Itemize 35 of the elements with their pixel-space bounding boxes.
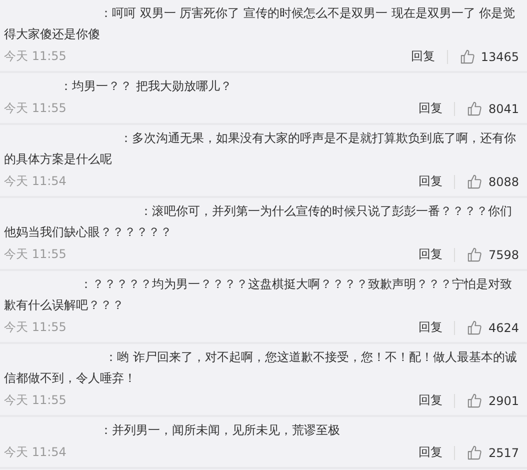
thumbs-up-icon (467, 320, 482, 335)
like-button[interactable]: 8041 (467, 101, 519, 116)
thumbs-up-icon (460, 49, 475, 64)
comment-time: 今天 11:55 (4, 392, 68, 409)
like-button[interactable]: 2517 (467, 445, 519, 460)
thumbs-up-icon (467, 101, 482, 116)
comment-time: 今天 11:55 (4, 100, 68, 117)
thumbs-up-icon (467, 174, 482, 189)
comment-time: 今天 11:55 (4, 246, 68, 263)
comment-text: ：哟 诈尸回来了，对不起啊，您这道歉不接受，您！不！配！做人最基本的诚信都做不到，令人唾弃！ (4, 349, 518, 387)
comment-text: ：并列男一，闻所未闻，见所未见，荒谬至极 (99, 422, 341, 439)
thumbs-up-icon (467, 393, 482, 408)
like-button[interactable]: 2901 (467, 393, 519, 408)
comment-text: ：？？？？？均为男一？？？？这盘棋挺大啊？？？？致歉声明？？？宁怕是对致歉有什么误解吧？？？ (4, 276, 513, 314)
reply-link[interactable]: 回复 (418, 173, 442, 190)
comment-text: ：均男一？？ 把我大勋放哪儿？ (59, 78, 233, 95)
like-button[interactable]: 8088 (467, 174, 519, 189)
reply-link[interactable]: 回复 (410, 48, 435, 65)
reply-link[interactable]: 回复 (418, 444, 442, 461)
thumbs-up-icon (467, 247, 482, 262)
comment-time: 今天 11:54 (4, 173, 68, 190)
reply-link[interactable]: 回复 (418, 246, 442, 263)
like-button[interactable]: 7598 (467, 247, 519, 262)
reply-link[interactable]: 回复 (418, 100, 442, 117)
comment-time: 今天 11:55 (4, 319, 68, 336)
comment-time: 今天 11:55 (4, 48, 68, 65)
reply-link[interactable]: 回复 (418, 319, 442, 336)
comment-text: ：呵呵 双男一 厉害死你了 宣传的时候怎么不是双男一 现在是双男一了 你是觉得大家傻还是你傻 (4, 5, 516, 43)
like-button[interactable]: 13465 (460, 49, 519, 64)
like-button[interactable]: 4624 (467, 320, 519, 335)
reply-link[interactable]: 回复 (418, 392, 442, 409)
thumbs-up-icon (467, 445, 482, 460)
comment-text: ：滚吧你可，并列第一为什么宣传的时候只说了彭彭一番？？？？你们他妈当我们缺心眼？？？？？？ (4, 203, 513, 241)
comment-text: ：多次沟通无果，如果没有大家的呼声是不是就打算欺负到底了啊，还有你的具体方案是什么呢 (4, 130, 517, 168)
comment-time: 今天 11:54 (4, 444, 68, 461)
